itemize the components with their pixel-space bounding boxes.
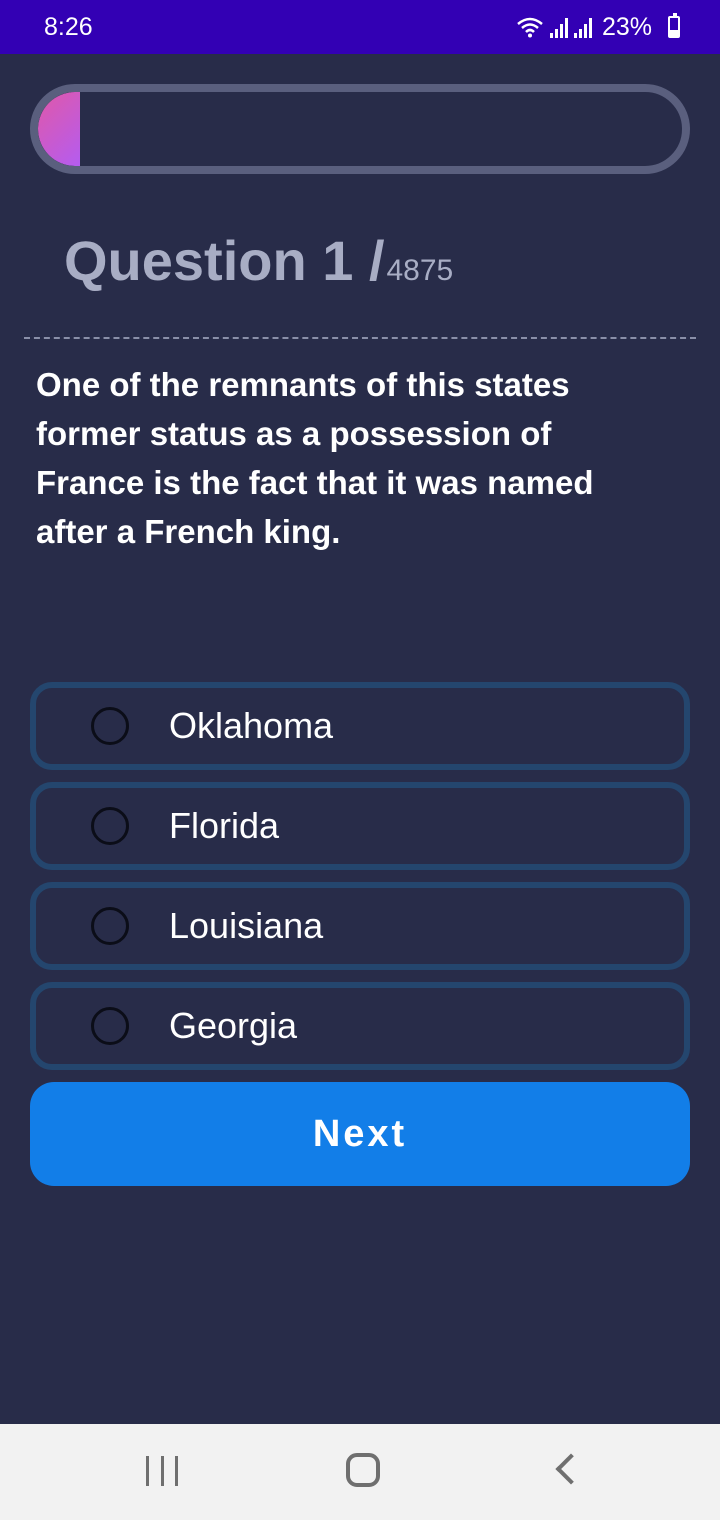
- signal-icon: [549, 18, 568, 38]
- status-bar: 8:26 23%: [0, 0, 720, 54]
- quiz-progress-fill: [38, 92, 80, 166]
- battery-icon: [668, 13, 680, 38]
- answer-option-label: Louisiana: [169, 905, 324, 946]
- question-number: Question 1 /: [64, 229, 385, 292]
- next-button[interactable]: Next: [30, 1082, 690, 1186]
- signal-icon: [573, 18, 592, 38]
- status-time: 8:26: [44, 12, 93, 41]
- radio-button-icon[interactable]: [91, 707, 129, 745]
- radio-button-icon[interactable]: [91, 1007, 129, 1045]
- system-nav-bar: [0, 1424, 720, 1520]
- question-text: One of the remnants of this states forme…: [36, 366, 594, 550]
- answer-option[interactable]: Louisiana: [30, 882, 690, 970]
- recents-icon[interactable]: [146, 1456, 178, 1486]
- answer-options: Oklahoma Florida Louisiana Georgia: [30, 682, 690, 1082]
- battery-percent: 23%: [601, 12, 652, 41]
- answer-option-label: Oklahoma: [169, 705, 334, 746]
- question-total: 4875: [386, 254, 454, 287]
- home-icon[interactable]: [346, 1453, 380, 1487]
- radio-button-icon[interactable]: [91, 807, 129, 845]
- answer-option-label: Florida: [169, 805, 280, 846]
- answer-option-label: Georgia: [169, 1005, 298, 1046]
- dashed-divider: [24, 337, 696, 339]
- question-counter: Question 1 / 4875: [64, 228, 453, 293]
- answer-option[interactable]: Florida: [30, 782, 690, 870]
- status-icons: 23%: [516, 13, 680, 42]
- answer-option[interactable]: Oklahoma: [30, 682, 690, 770]
- answer-option[interactable]: Georgia: [30, 982, 690, 1070]
- quiz-progress-bar: [30, 84, 690, 174]
- radio-button-icon[interactable]: [91, 907, 129, 945]
- back-icon[interactable]: [555, 1453, 587, 1485]
- wifi-icon: [517, 17, 543, 38]
